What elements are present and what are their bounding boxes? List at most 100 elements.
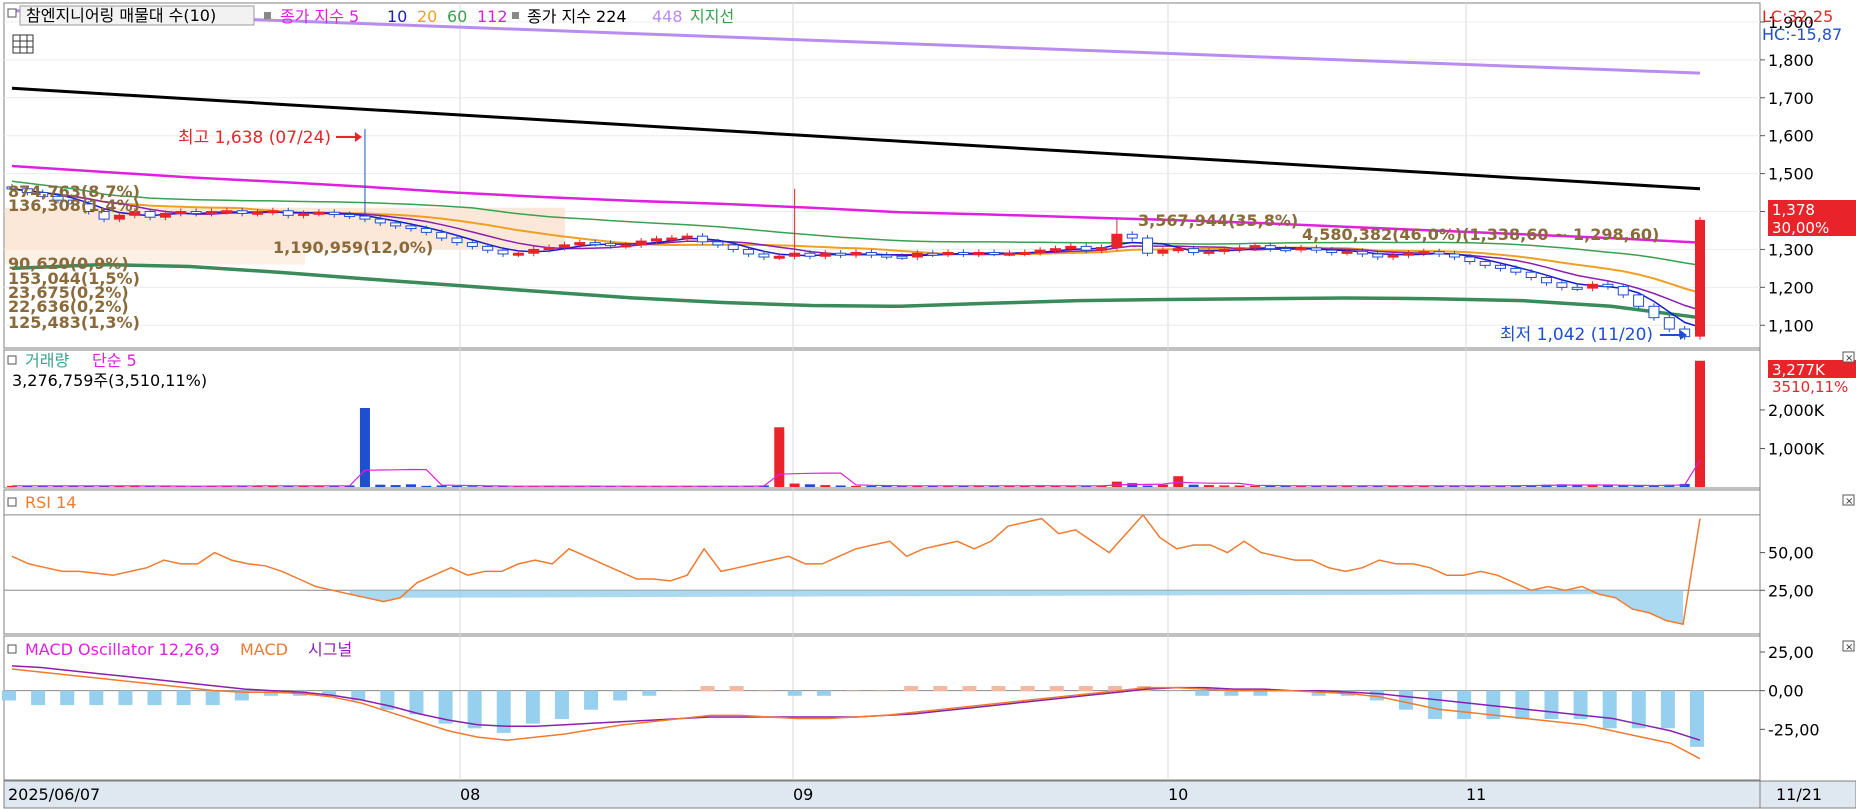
candle-body xyxy=(1172,248,1184,252)
candle-body xyxy=(252,211,264,215)
macd-osc-bar xyxy=(1195,690,1210,696)
macd-osc-bar xyxy=(758,690,773,692)
price-tick-label: 1,700 xyxy=(1768,89,1814,108)
candle-body xyxy=(1249,245,1261,249)
macd-osc-bar xyxy=(700,686,715,692)
rsi-legend: RSI 14 xyxy=(25,493,76,512)
candle-body xyxy=(1065,245,1077,250)
macd-osc-bar xyxy=(904,686,919,692)
macd-tick-label: 0,00 xyxy=(1768,682,1804,701)
ma2-legend-label: 종가 지수 224 xyxy=(527,7,627,26)
candle-body xyxy=(1541,276,1553,284)
band-label: 3,567,944(35,8%) xyxy=(1138,211,1298,230)
candle-body xyxy=(881,254,893,258)
candle-body xyxy=(1479,261,1491,266)
volume-bar xyxy=(452,485,463,487)
rsi-panel[interactable] xyxy=(3,489,1761,635)
candle-body xyxy=(512,252,524,256)
candle-body xyxy=(850,251,862,256)
candle-body xyxy=(620,244,632,248)
candle-body xyxy=(1126,233,1138,239)
ma-legend-20: 20 xyxy=(417,7,437,26)
panel-close-icon[interactable]: × xyxy=(1842,494,1855,507)
macd-osc-bar xyxy=(60,690,75,706)
macd-osc-bar xyxy=(846,690,860,692)
svg-text:×: × xyxy=(1845,642,1853,653)
band-label: 125,483(1,3%) xyxy=(8,313,140,332)
macd-osc-bar xyxy=(1544,690,1559,720)
volume-bar xyxy=(375,484,386,487)
high-note: 최고 1,638 (07/24) xyxy=(178,128,331,148)
candle-body xyxy=(543,247,555,251)
macd-osc-bar xyxy=(1078,686,1093,692)
macd-osc-bar xyxy=(525,690,540,724)
macd-osc-bar xyxy=(962,686,977,692)
macd-osc-bar xyxy=(1166,690,1181,692)
ma-legend-icon xyxy=(264,12,271,19)
x-label-start: 2025/06/07 xyxy=(8,785,100,804)
panel-close-icon[interactable]: × xyxy=(1842,640,1855,653)
volume-bar xyxy=(1234,485,1245,487)
candle-body xyxy=(1142,237,1154,254)
candle-body xyxy=(1003,252,1015,256)
candle-body xyxy=(1264,245,1276,250)
panel-close-icon[interactable]: × xyxy=(1842,351,1855,364)
volume-bar xyxy=(1188,484,1199,487)
candle-body xyxy=(1448,253,1460,258)
candle-body xyxy=(1402,252,1414,256)
candle-body xyxy=(835,252,847,256)
candle-body xyxy=(451,237,463,244)
macd-osc-bar xyxy=(613,690,628,701)
candle-body xyxy=(298,212,310,216)
macd-osc-bar xyxy=(642,690,657,696)
last-pct-value: 30,00% xyxy=(1772,219,1829,237)
volume-panel[interactable] xyxy=(3,349,1761,489)
macd-osc-bar xyxy=(933,686,948,692)
candle-body xyxy=(727,244,739,250)
support-legend-label: 지지선 xyxy=(690,7,734,26)
stock-chart[interactable]: 1,9001,8001,7001,6001,5001,4001,3001,200… xyxy=(0,0,1856,809)
macd-osc-bar xyxy=(671,690,686,692)
volume-value: 3,276,759주(3,510,11%) xyxy=(12,371,207,390)
volume-bar xyxy=(467,486,478,487)
candle-body xyxy=(743,248,755,255)
candle-body xyxy=(1326,249,1338,253)
candle-body xyxy=(988,251,1000,255)
candle-body xyxy=(359,215,371,220)
candle-body xyxy=(328,211,340,216)
candle-body xyxy=(1218,248,1230,252)
macd-osc-bar xyxy=(1515,690,1530,720)
table-icon[interactable] xyxy=(12,34,34,54)
candle-body xyxy=(1310,247,1322,251)
price-tick-label: 1,200 xyxy=(1768,278,1814,297)
volume-bar xyxy=(1695,360,1705,487)
candle-body xyxy=(344,214,356,218)
svg-text:×: × xyxy=(1845,353,1853,364)
volume-bar xyxy=(804,484,815,487)
candle-body xyxy=(420,228,432,233)
candle-body xyxy=(1034,249,1046,253)
rsi-tick-label: 50,00 xyxy=(1768,544,1814,563)
candle-body xyxy=(1464,256,1476,263)
candle-body xyxy=(911,252,923,258)
macd-osc-bar xyxy=(787,690,802,696)
last-price-value: 1,378 xyxy=(1772,201,1815,219)
band-label: 4,580,382(46,0%)(1,338,60 ~ 1,298,60) xyxy=(1302,225,1659,244)
macd-osc-bar xyxy=(991,686,1006,692)
ma2-legend-icon xyxy=(512,12,519,19)
macd-osc-bar xyxy=(467,690,482,729)
volume-tag-pct: 3510,11% xyxy=(1772,378,1848,396)
x-label-oct: 10 xyxy=(1168,785,1188,804)
volume-bar xyxy=(1602,485,1613,487)
candle-body xyxy=(175,211,187,215)
candle-body xyxy=(1571,286,1583,290)
candle-body xyxy=(973,251,985,255)
candle-body xyxy=(405,225,417,230)
macd-osc-bar xyxy=(875,690,890,692)
macd-osc-bar xyxy=(205,690,220,706)
volume-tick-label: 1,000K xyxy=(1768,439,1825,458)
low-note: 최저 1,042 (11/20) xyxy=(1500,325,1653,345)
candle-body xyxy=(773,255,785,259)
macd-legend-box-icon xyxy=(7,644,17,654)
candle-body xyxy=(589,242,601,246)
